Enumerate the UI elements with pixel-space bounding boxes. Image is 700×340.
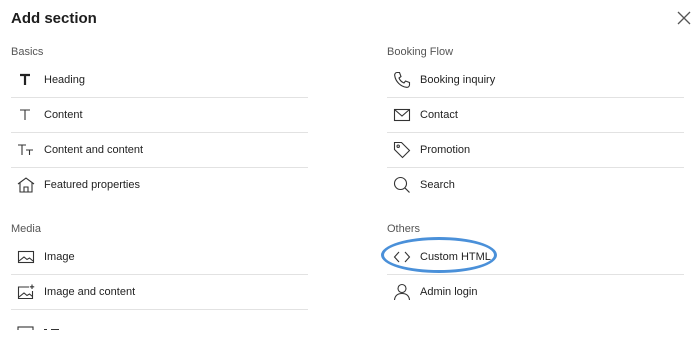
add-booking-inquiry-item[interactable]: Booking inquiry — [387, 63, 684, 97]
mail-icon — [387, 107, 420, 123]
section-label-media: Media — [11, 223, 41, 235]
section-label-others: Others — [387, 223, 421, 235]
add-content-item[interactable]: Content — [11, 98, 308, 132]
item-label: Content and content — [44, 144, 144, 156]
text-size-icon — [11, 142, 44, 158]
item-label: Featured properties — [44, 179, 140, 191]
house-icon — [11, 177, 44, 193]
add-image-and-content-item[interactable]: Image and content — [11, 275, 308, 309]
partial-list-item — [11, 320, 131, 330]
add-promotion-item[interactable]: Promotion — [387, 133, 684, 167]
item-label: Admin login — [420, 286, 478, 298]
add-featured-properties-item[interactable]: Featured properties — [11, 168, 308, 202]
image-add-icon — [11, 284, 44, 300]
item-label: Contact — [420, 109, 458, 121]
divider — [11, 309, 308, 310]
add-contact-item[interactable]: Contact — [387, 98, 684, 132]
add-search-item[interactable]: Search — [387, 168, 684, 202]
item-label: Heading — [44, 74, 85, 86]
item-label: Content — [44, 109, 83, 121]
add-admin-login-item[interactable]: Admin login — [387, 275, 684, 309]
text-icon — [11, 107, 44, 123]
section-label-booking-flow: Booking Flow — [387, 46, 454, 58]
add-heading-item[interactable]: Heading — [11, 63, 308, 97]
close-icon[interactable] — [677, 11, 693, 27]
item-label: Image and content — [44, 286, 136, 298]
dialog-title: Add section — [11, 10, 97, 27]
search-icon — [387, 176, 420, 194]
item-label: Booking inquiry — [420, 74, 496, 86]
item-label: Promotion — [420, 144, 471, 156]
image-icon — [11, 249, 44, 265]
phone-icon — [387, 71, 420, 89]
highlight-ellipse — [381, 237, 497, 273]
tag-icon — [387, 141, 420, 159]
add-content-and-content-item[interactable]: Content and content — [11, 133, 308, 167]
user-icon — [387, 283, 420, 301]
item-label: Image — [44, 251, 75, 263]
add-image-item[interactable]: Image — [11, 240, 308, 274]
item-label: Search — [420, 179, 455, 191]
section-label-basics: Basics — [11, 46, 44, 58]
heading-icon — [11, 72, 44, 88]
